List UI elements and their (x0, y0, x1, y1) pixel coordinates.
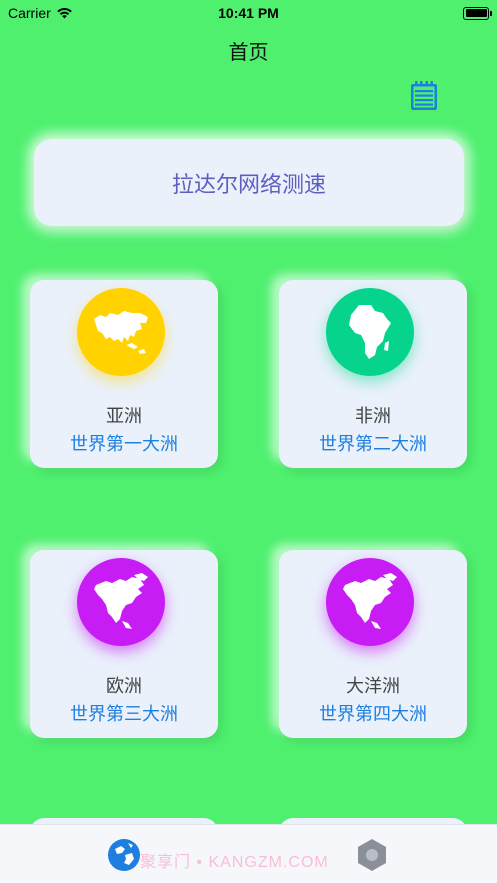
asia-map-icon (94, 311, 148, 354)
continent-name: 欧洲 (106, 676, 142, 697)
tab-settings[interactable] (354, 837, 390, 873)
continent-card-europe[interactable]: 欧洲 世界第三大洲 (30, 550, 218, 738)
asia-circle (77, 288, 165, 376)
continent-card-oceania[interactable]: 大洋洲 世界第四大洲 (279, 550, 467, 738)
globe-icon (108, 839, 140, 871)
continent-subtitle: 世界第二大洲 (319, 434, 427, 455)
africa-map-icon (349, 305, 391, 359)
continent-name: 大洋洲 (346, 676, 400, 697)
continent-card-asia[interactable]: 亚洲 世界第一大洲 (30, 280, 218, 468)
continent-subtitle: 世界第四大洲 (319, 704, 427, 725)
continent-subtitle: 世界第一大洲 (70, 434, 178, 455)
status-bar: Carrier 10:41 PM (0, 0, 497, 26)
notes-button[interactable] (408, 80, 440, 112)
north-america-map-icon (94, 573, 148, 629)
continent-card-africa[interactable]: 非洲 世界第二大洲 (279, 280, 467, 468)
continent-subtitle: 世界第三大洲 (70, 704, 178, 725)
oceania-circle (326, 558, 414, 646)
north-america-map-icon (343, 573, 397, 629)
notes-icon (411, 81, 437, 110)
page-title: 首页 (228, 40, 269, 64)
speed-test-label: 拉达尔网络测速 (171, 172, 326, 198)
africa-circle (326, 288, 414, 376)
status-time: 10:41 PM (218, 5, 279, 21)
watermark-text: 聚享门 • KANGZM.COM (140, 854, 329, 871)
battery-icon (463, 6, 492, 20)
tab-home[interactable] (106, 837, 142, 873)
hexagon-icon (358, 839, 386, 871)
speed-test-banner-button[interactable]: 拉达尔网络测速 (34, 139, 464, 226)
continent-name: 亚洲 (106, 406, 142, 427)
europe-circle (77, 558, 165, 646)
continent-name: 非洲 (355, 406, 391, 427)
